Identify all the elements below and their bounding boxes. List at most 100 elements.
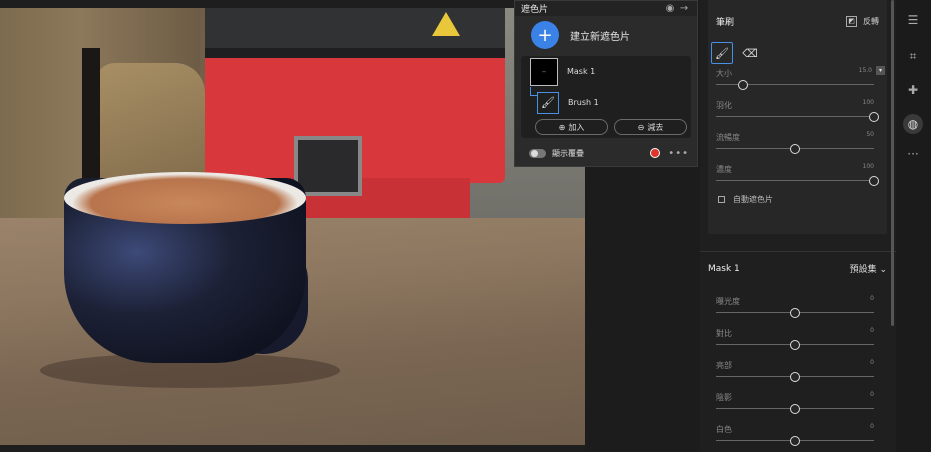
auto-mask-option[interactable]: 自動遮色片 [708, 192, 887, 206]
add-label: 加入 [568, 122, 585, 132]
overlay-color-swatch[interactable] [650, 148, 661, 158]
size-knob[interactable] [737, 80, 748, 90]
more-icon[interactable]: ••• [668, 148, 689, 159]
size-slider[interactable]: 大小 15.0 ▾ [708, 64, 887, 96]
right-toolbar: ☰ ⌗ ✚ ◍ ··· [896, 0, 931, 452]
mask-item-brush-1[interactable]: 🖌 Brush 1 [521, 87, 691, 118]
edit-sliders-icon[interactable]: ☰ [903, 10, 923, 30]
adjustment-label: 陰影 [716, 393, 732, 402]
invert-icon: ◩ [846, 15, 857, 27]
adjustment-label: 對比 [716, 329, 732, 338]
mask-item-label: Mask 1 [567, 67, 596, 76]
density-track [716, 180, 874, 181]
invert-button[interactable]: ◩ 反轉 [846, 15, 879, 27]
mask-connector [530, 87, 537, 96]
add-subtract-row: ⊕ 加入 ⊖ 減去 [521, 118, 691, 135]
add-button[interactable]: ⊕ 加入 [535, 119, 608, 135]
flow-slider[interactable]: 流暢度 50 [708, 128, 887, 160]
top-strip [0, 0, 585, 8]
adjustment-knob[interactable] [790, 404, 800, 414]
feather-slider[interactable]: 羽化 100 [708, 96, 887, 128]
chevron-down-icon[interactable]: ▾ [876, 66, 885, 75]
preset-label: 預設集 [849, 265, 877, 275]
subtract-icon: ⊖ [637, 122, 645, 132]
brush-tools: 🖌 ⌫ [708, 42, 887, 64]
adjustment-value: 0 [870, 359, 874, 366]
adjustment-value: 0 [870, 423, 874, 430]
density-slider[interactable]: 濃度 100 [708, 160, 887, 192]
create-mask-row[interactable]: + 建立新遮色片 [515, 16, 697, 54]
photo-roaster-chute [294, 136, 362, 196]
adjustment-slider[interactable]: 亮部 0 [708, 356, 887, 388]
adjustment-value: 0 [870, 295, 874, 302]
panel-scrollbar[interactable] [891, 0, 894, 326]
adjustment-knob[interactable] [790, 308, 800, 318]
mask-item-mask-1[interactable]: – Mask 1 [521, 56, 691, 87]
photo-roaster-band [205, 48, 505, 58]
mask-panel-header: 遮色片 ◉ → [515, 1, 697, 16]
adjustment-slider[interactable]: 白色 0 [708, 420, 887, 452]
density-value: 100 [862, 163, 874, 170]
auto-mask-label: 自動遮色片 [733, 194, 773, 204]
arrow-right-icon[interactable]: → [677, 3, 691, 14]
app-window: 遮色片 ◉ → + 建立新遮色片 – Mask 1 🖌 Brush 1 ⊕ 加入 [0, 0, 931, 452]
eraser-icon[interactable]: ⌫ [739, 42, 761, 64]
adjustment-knob[interactable] [790, 436, 800, 446]
overlay-row: 顯示覆疊 ••• [515, 142, 697, 164]
mask-list: – Mask 1 🖌 Brush 1 ⊕ 加入 ⊖ 減去 [521, 56, 691, 138]
more-icon[interactable]: ··· [903, 144, 923, 164]
brush-title: 筆刷 [716, 17, 735, 28]
brush-tool-icon[interactable]: 🖌 [711, 42, 733, 64]
size-value: 15.0 [858, 67, 872, 74]
adjustment-slider[interactable]: 對比 0 [708, 324, 887, 356]
subtract-button[interactable]: ⊖ 減去 [614, 119, 687, 135]
adjustment-value: 0 [870, 327, 874, 334]
brush-header: 筆刷 ◩ 反轉 [708, 0, 887, 42]
adjustment-slider[interactable]: 陰影 0 [708, 388, 887, 420]
photo-cup-rim [64, 172, 306, 224]
eye-icon[interactable]: ◉ [663, 3, 677, 14]
feather-label: 羽化 [716, 101, 732, 110]
brush-section: 筆刷 ◩ 反轉 🖌 ⌫ 大小 15.0 ▾ 羽化 100 流暢度 50 濃度 1… [708, 0, 887, 234]
flow-value: 50 [866, 131, 874, 138]
photo-canvas[interactable] [0, 8, 585, 445]
section-divider [700, 251, 896, 252]
auto-mask-checkbox[interactable] [718, 195, 725, 203]
adjustment-label: 白色 [716, 425, 732, 434]
feather-knob[interactable] [869, 112, 879, 122]
flow-knob[interactable] [790, 144, 800, 154]
crop-icon[interactable]: ⌗ [903, 46, 923, 66]
density-knob[interactable] [869, 176, 879, 186]
mask-panel: 遮色片 ◉ → + 建立新遮色片 – Mask 1 🖌 Brush 1 ⊕ 加入 [514, 0, 698, 167]
invert-label: 反轉 [863, 16, 879, 26]
adjustment-label: 曝光度 [716, 297, 740, 306]
plus-icon[interactable]: + [531, 21, 559, 49]
adjustment-knob[interactable] [790, 340, 800, 350]
preset-dropdown[interactable]: 預設集 ⌄ [850, 262, 887, 275]
add-icon: ⊕ [558, 122, 566, 132]
mask-item-label: Brush 1 [568, 98, 599, 107]
mask1-title: Mask 1 [708, 263, 740, 274]
adjustment-label: 亮部 [716, 361, 732, 370]
masking-icon[interactable]: ◍ [903, 114, 923, 134]
adjustment-knob[interactable] [790, 372, 800, 382]
mask-panel-title: 遮色片 [521, 5, 549, 15]
flow-label: 流暢度 [716, 133, 740, 142]
adjustment-slider[interactable]: 曝光度 0 [708, 292, 887, 324]
healing-icon[interactable]: ✚ [903, 80, 923, 100]
overlay-toggle[interactable] [529, 148, 546, 158]
properties-panel: 筆刷 ◩ 反轉 🖌 ⌫ 大小 15.0 ▾ 羽化 100 流暢度 50 濃度 1… [700, 0, 896, 452]
density-label: 濃度 [716, 165, 732, 174]
mask1-header: Mask 1 預設集 ⌄ [708, 262, 887, 276]
feather-track [716, 116, 874, 117]
chevron-down-icon: ⌄ [879, 265, 887, 275]
photo-warning-sign [432, 12, 460, 36]
overlay-label: 顯示覆疊 [552, 148, 584, 158]
mask-thumbnail: – [530, 57, 558, 86]
brush-icon: 🖌 [537, 91, 559, 114]
create-mask-label: 建立新遮色片 [570, 31, 630, 43]
subtract-label: 減去 [647, 122, 664, 132]
size-label: 大小 [716, 69, 732, 78]
adjustment-value: 0 [870, 391, 874, 398]
feather-value: 100 [862, 99, 874, 106]
